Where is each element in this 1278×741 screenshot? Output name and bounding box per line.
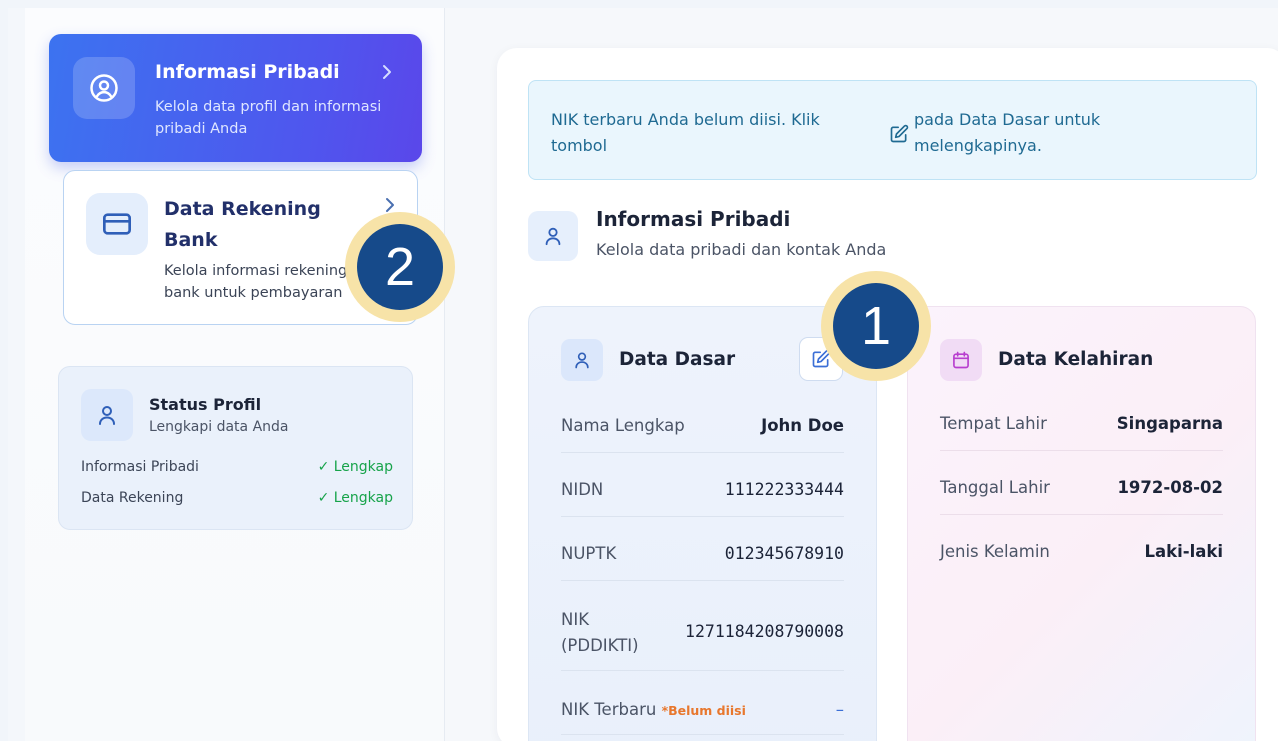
alert-text: pada Data Dasar untuk melengkapinya. <box>914 110 1101 155</box>
data-row: NUPTK 012345678910 <box>561 517 844 581</box>
data-row: Jenis Kelamin Laki-laki <box>940 515 1223 575</box>
data-row: Tanggal Lahir 1972-08-02 <box>940 451 1223 515</box>
chevron-right-icon <box>380 62 394 86</box>
row-label: Nama Lengkap <box>561 416 685 435</box>
sidebar-item-subtitle: Kelola data profil dan informasi pribadi… <box>155 99 382 137</box>
section-title: Informasi Pribadi <box>596 207 791 231</box>
sidebar-item-title: Data Rekening Bank <box>164 198 321 251</box>
edit-icon <box>889 124 909 148</box>
panel-title: Data Dasar <box>619 349 736 370</box>
status-row: Informasi Pribadi ✓ Lengkap <box>81 459 393 475</box>
status-row-label: Data Rekening <box>81 490 184 506</box>
row-value: Singaparna <box>1116 414 1223 433</box>
row-label: Jenis Kelamin <box>940 542 1050 561</box>
sidebar: Informasi Pribadi Kelola data profil dan… <box>8 8 445 741</box>
nik-alert: NIK terbaru Anda belum diisi. Klik tombo… <box>528 80 1257 180</box>
status-subtitle: Lengkapi data Anda <box>149 419 289 435</box>
status-profil-card: Status Profil Lengkapi data Anda Informa… <box>58 366 413 530</box>
row-value: 1271184208790008 <box>685 622 844 641</box>
data-row: NIK Terbaru *Belum diisi – <box>561 671 844 735</box>
sidebar-item-title: Informasi Pribadi <box>155 61 340 83</box>
row-label-text: NIK Terbaru <box>561 700 657 719</box>
row-label: NUPTK <box>561 544 617 563</box>
status-row: Data Rekening ✓ Lengkap <box>81 490 393 506</box>
calendar-icon <box>940 339 982 381</box>
row-value: 111222333444 <box>724 480 844 499</box>
row-value: John Doe <box>761 416 844 435</box>
user-circle-icon <box>73 57 135 119</box>
status-title: Status Profil <box>149 395 262 414</box>
data-kelahiran-panel: Data Kelahiran Tempat Lahir Singaparna T… <box>907 306 1256 741</box>
data-row: Nama Lengkap John Doe <box>561 407 844 453</box>
marker-number: 1 <box>833 283 919 369</box>
status-badge: ✓ Lengkap <box>317 490 393 506</box>
status-badge: ✓ Lengkap <box>317 459 393 475</box>
row-label: NIK Terbaru *Belum diisi <box>561 697 746 724</box>
content-card: NIK terbaru Anda belum diisi. Klik tombo… <box>497 48 1278 741</box>
sidebar-item-informasi-pribadi[interactable]: Informasi Pribadi Kelola data profil dan… <box>49 34 422 162</box>
row-label: NIDN <box>561 480 604 499</box>
user-icon <box>528 211 578 261</box>
user-icon <box>81 389 133 441</box>
row-value: 1972-08-02 <box>1117 478 1223 497</box>
section-subtitle: Kelola data pribadi dan kontak Anda <box>596 240 887 259</box>
app-frame: Informasi Pribadi Kelola data profil dan… <box>8 8 1278 741</box>
row-value: 012345678910 <box>724 544 844 563</box>
alert-text: NIK terbaru Anda belum diisi. Klik tombo… <box>551 110 820 155</box>
row-label: Tempat Lahir <box>940 414 1047 433</box>
sidebar-edge <box>8 8 25 741</box>
data-row: NIK (PDDIKTI) 1271184208790008 <box>561 581 844 671</box>
user-icon <box>561 339 603 381</box>
data-dasar-panel: Data Dasar Nama Lengkap John Doe NIDN 11… <box>528 306 877 741</box>
required-note: *Belum diisi <box>661 703 746 718</box>
panel-title: Data Kelahiran <box>998 349 1154 370</box>
row-label: Tanggal Lahir <box>940 478 1050 497</box>
data-row: NIDN 111222333444 <box>561 453 844 517</box>
credit-card-icon <box>86 193 148 255</box>
marker-number: 2 <box>357 224 443 310</box>
sidebar-item-subtitle: Kelola informasi rekening bank untuk pem… <box>164 263 348 301</box>
row-value: Laki-laki <box>1144 542 1223 561</box>
annotation-marker-2: 2 <box>345 212 455 322</box>
data-row: Tempat Lahir Singaparna <box>940 407 1223 451</box>
annotation-marker-1: 1 <box>821 271 931 381</box>
row-value: – <box>835 700 844 719</box>
row-label: NIK (PDDIKTI) <box>561 610 639 655</box>
status-row-label: Informasi Pribadi <box>81 459 199 475</box>
